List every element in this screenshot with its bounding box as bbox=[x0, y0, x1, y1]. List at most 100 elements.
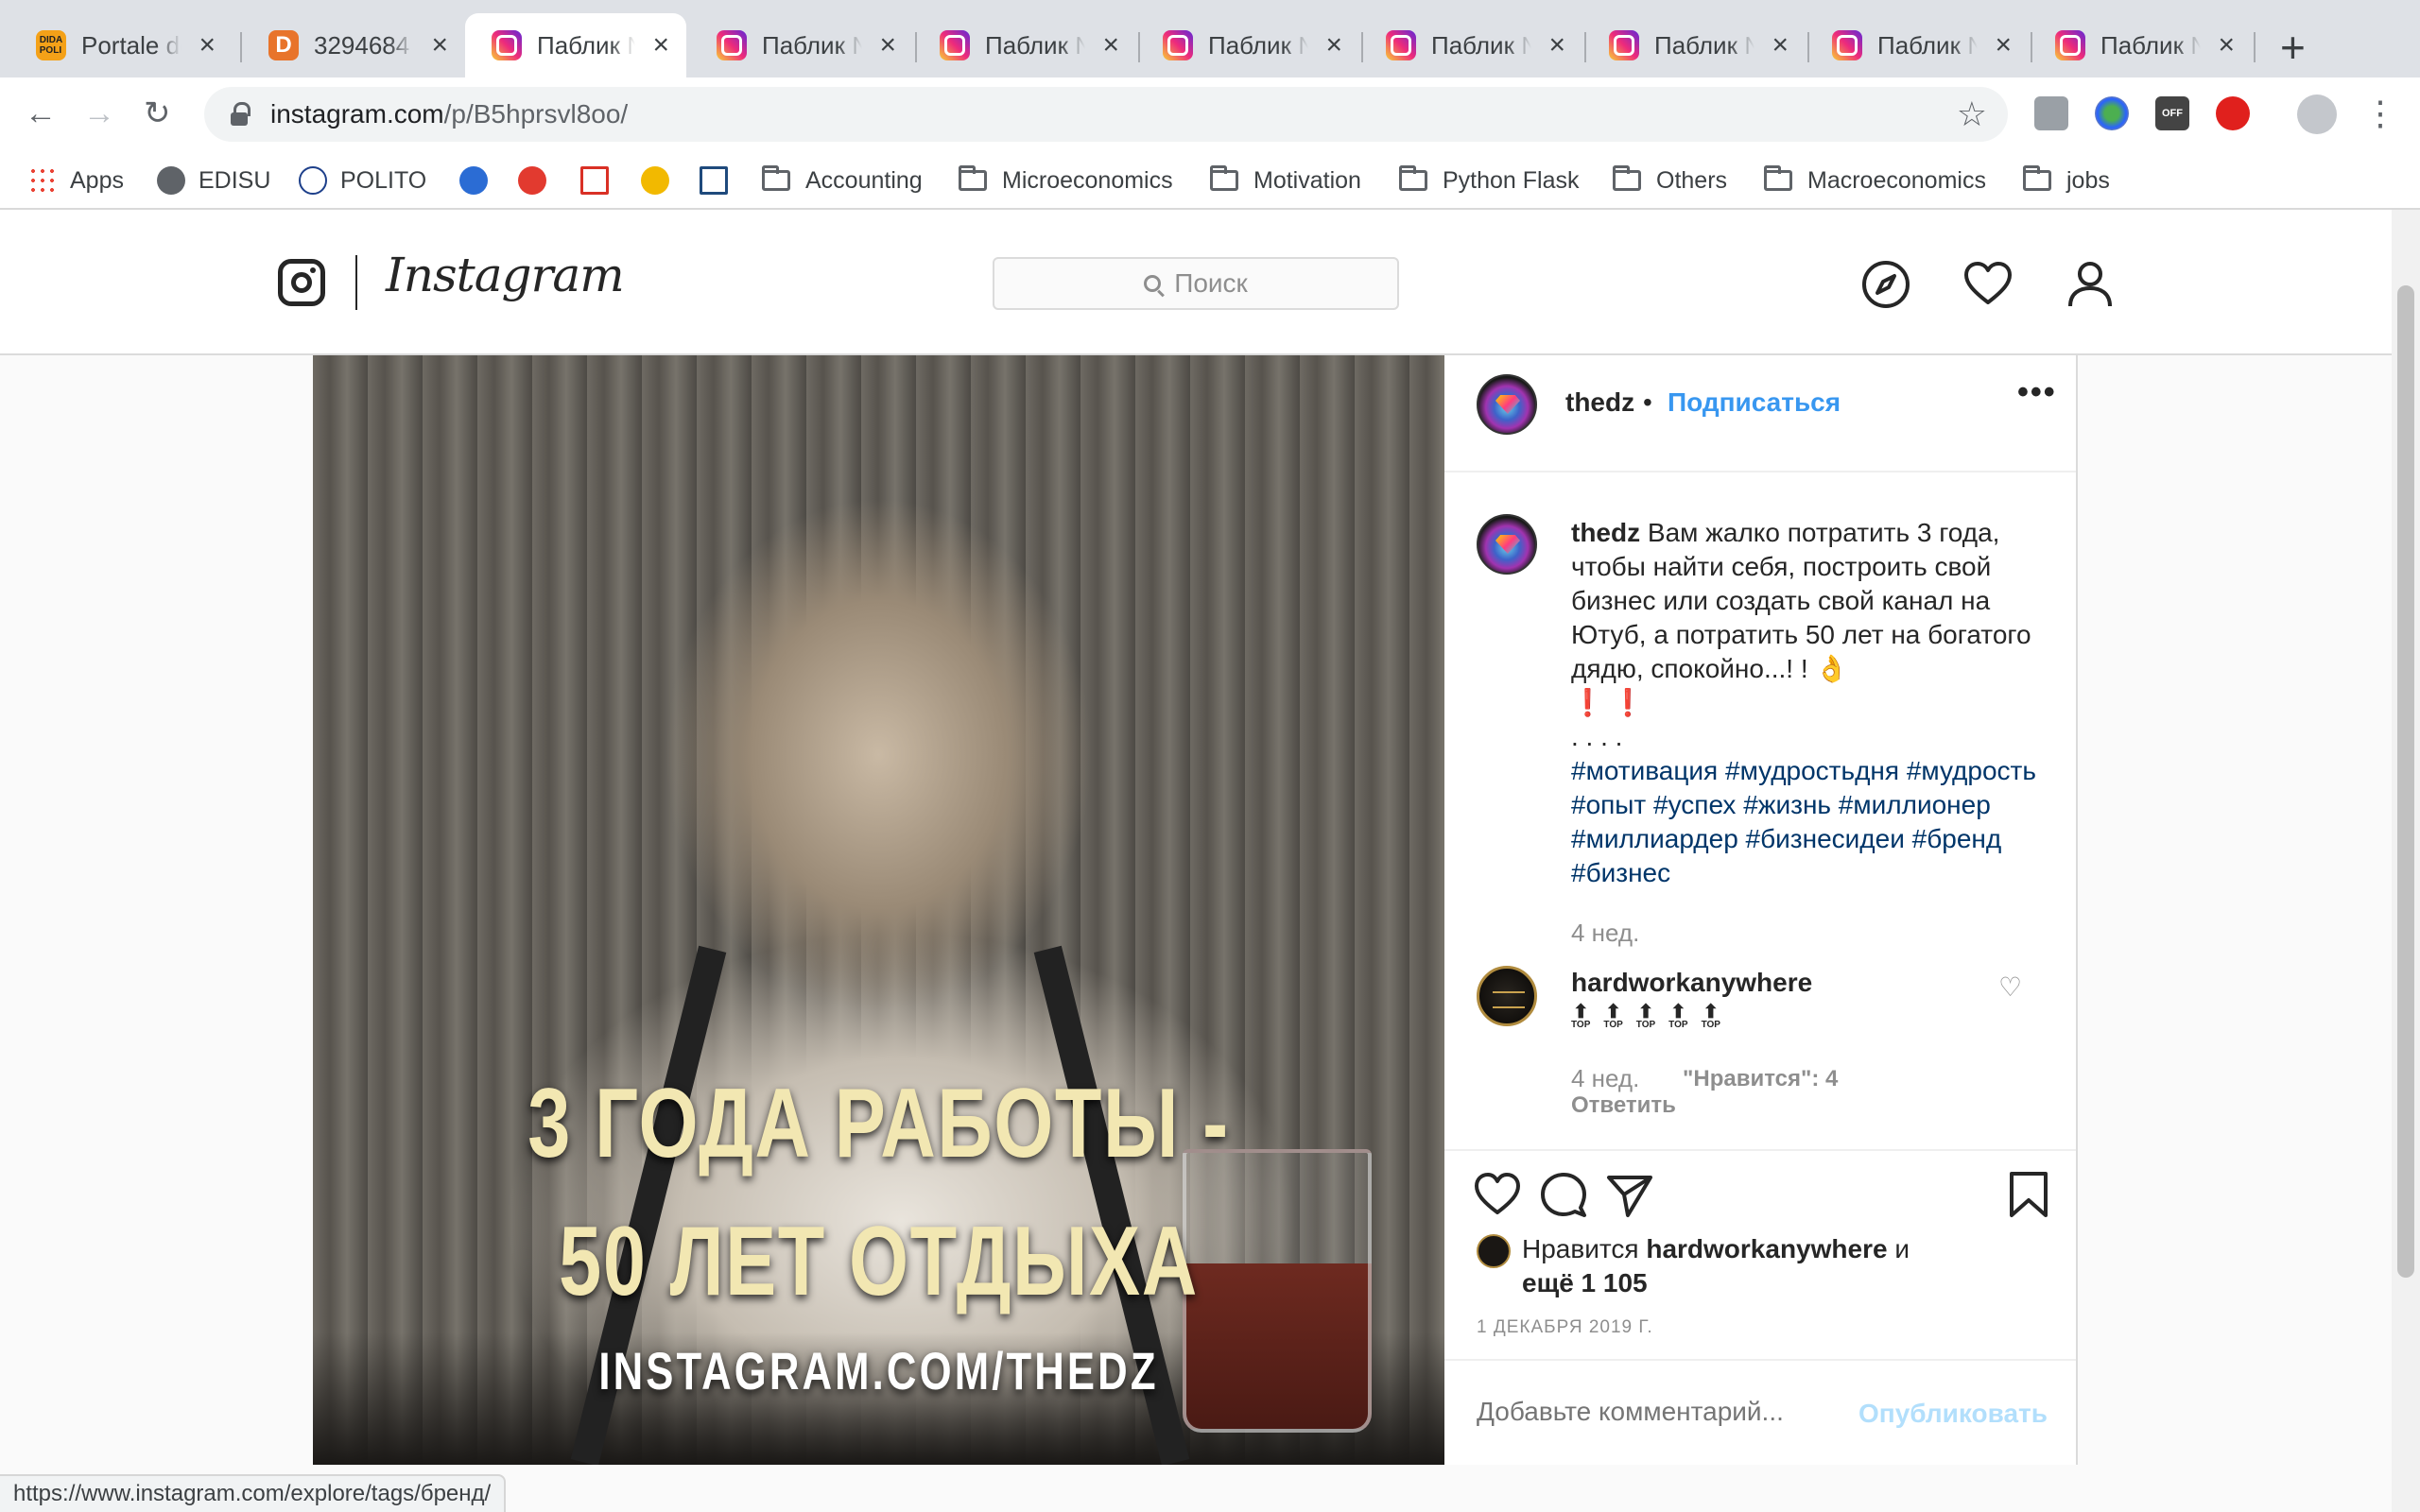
extension-icon[interactable] bbox=[2034, 96, 2068, 130]
close-icon[interactable]: × bbox=[1325, 29, 1342, 61]
post-caption: thedz Вам жалко потратить 3 года, чтобы … bbox=[1571, 516, 2044, 890]
tab-instagram[interactable]: Паблик №1 × bbox=[1582, 13, 1806, 77]
save-bookmark-icon[interactable] bbox=[2004, 1170, 2053, 1219]
scrollbar-thumb[interactable] bbox=[2397, 285, 2414, 1278]
instagram-icon bbox=[940, 30, 970, 60]
bookmark-codecademy[interactable] bbox=[700, 163, 728, 198]
bookmark-apps[interactable]: Apps bbox=[28, 163, 124, 198]
profile-avatar-icon[interactable] bbox=[2297, 94, 2337, 134]
caption-author-avatar[interactable] bbox=[1477, 514, 1537, 575]
comment-likes[interactable]: "Нравится": 4 bbox=[1683, 1066, 1838, 1092]
instagram-icon bbox=[1832, 30, 1862, 60]
tab-3294684[interactable]: D 3294684 × bbox=[242, 13, 465, 77]
menu-kebab-icon[interactable]: ⋮ bbox=[2363, 91, 2397, 136]
instagram-wordmark[interactable]: Instagram bbox=[386, 248, 625, 302]
instagram-icon bbox=[1163, 30, 1193, 60]
search-input[interactable]: Поиск bbox=[993, 257, 1399, 310]
folder-icon bbox=[762, 165, 790, 191]
bookmark-edisu[interactable]: EDISU bbox=[157, 163, 270, 198]
follow-button[interactable]: Подписаться bbox=[1668, 387, 1841, 418]
bookmark-polito[interactable]: POLITO bbox=[299, 163, 426, 198]
folder-icon bbox=[1210, 165, 1238, 191]
tab-instagram[interactable]: Паблик №1 × bbox=[1136, 13, 1359, 77]
image-text-line1: 3 ГОДА РАБОТЫ - bbox=[527, 1069, 1230, 1178]
bookmark-gmail[interactable] bbox=[580, 163, 609, 198]
tab-instagram[interactable]: Паблик №1 × bbox=[1359, 13, 1582, 77]
comment-like-heart-icon[interactable]: ♡ bbox=[1998, 971, 2022, 1003]
globe-icon bbox=[157, 166, 185, 195]
bookmark-folder-others[interactable]: Others bbox=[1613, 163, 1727, 198]
top-arrow-icon: ⬆ TOP bbox=[1603, 1002, 1623, 1030]
publish-button[interactable]: Опубликовать bbox=[1858, 1399, 2048, 1429]
tab-portale[interactable]: DIDAPOLI Portale della Didattica × bbox=[9, 13, 233, 77]
close-icon[interactable]: × bbox=[1548, 29, 1565, 61]
address-bar[interactable]: instagram.com/p/B5hprsvl8oo/ ☆ bbox=[204, 87, 2008, 142]
lock-icon[interactable] bbox=[229, 102, 253, 127]
liker-username[interactable]: hardworkanywhere bbox=[1646, 1234, 1887, 1263]
bookmark-folder-accounting[interactable]: Accounting bbox=[762, 163, 923, 198]
commenter-avatar[interactable] bbox=[1477, 966, 1537, 1026]
ftb-icon bbox=[641, 166, 669, 195]
divider bbox=[1444, 1359, 2076, 1361]
explore-compass-icon[interactable] bbox=[1860, 259, 1911, 310]
folder-icon bbox=[1764, 165, 1792, 191]
comment-input[interactable] bbox=[1477, 1397, 1836, 1427]
extension-off-icon[interactable]: OFF bbox=[2155, 96, 2189, 130]
new-tab-button[interactable]: + bbox=[2280, 23, 2306, 72]
bookmark-folder-jobs[interactable]: jobs bbox=[2023, 163, 2110, 198]
comment-age[interactable]: 4 нед. bbox=[1571, 1064, 1639, 1093]
bookmark-star-icon[interactable]: ☆ bbox=[1957, 94, 1987, 134]
bookmarks-bar: Apps EDISU POLITO Accounting Microeconom… bbox=[0, 151, 2420, 210]
liker-avatar[interactable] bbox=[1477, 1234, 1511, 1268]
search-icon bbox=[1144, 275, 1162, 292]
profile-icon[interactable] bbox=[2065, 259, 2116, 310]
url-text[interactable]: instagram.com/p/B5hprsvl8oo/ bbox=[270, 99, 628, 129]
forward-arrow-icon[interactable]: → bbox=[83, 93, 115, 134]
share-send-icon[interactable] bbox=[1605, 1170, 1654, 1219]
tab-instagram[interactable]: Паблик №1 × bbox=[690, 13, 913, 77]
folder-icon bbox=[2023, 165, 2051, 191]
tab-instagram[interactable]: Паблик №1 × bbox=[1806, 13, 2029, 77]
close-icon[interactable]: × bbox=[879, 29, 896, 61]
bookmark-folder-macroeconomics[interactable]: Macroeconomics bbox=[1764, 163, 1986, 198]
tab-instagram[interactable]: Паблик №1 × bbox=[913, 13, 1136, 77]
tab-instagram[interactable]: Паблик №1 × bbox=[2029, 13, 2252, 77]
at-icon bbox=[459, 166, 488, 195]
author-username[interactable]: thedz bbox=[1565, 387, 1634, 418]
top-arrow-icon: ⬆ TOP bbox=[1571, 1002, 1591, 1030]
bookmark-folder-microeconomics[interactable]: Microeconomics bbox=[959, 163, 1173, 198]
likes-count-button[interactable]: ещё 1 105 bbox=[1522, 1268, 1648, 1297]
extension-globe-icon[interactable] bbox=[2095, 96, 2129, 130]
instagram-logo-icon[interactable] bbox=[278, 259, 325, 306]
tab-instagram-active[interactable]: Паблик №1 × bbox=[465, 13, 686, 77]
caption-hashtags[interactable]: #мотивация #мудростьдня #мудрость #опыт … bbox=[1571, 756, 2036, 887]
comment-bubble-icon[interactable] bbox=[1539, 1170, 1588, 1219]
post-image[interactable]: 3 ГОДА РАБОТЫ - 50 ЛЕТ ОТДЫХА INSTAGRAM.… bbox=[313, 355, 1444, 1465]
apps-grid-icon bbox=[28, 166, 57, 195]
caption-author[interactable]: thedz bbox=[1571, 518, 1640, 547]
author-avatar[interactable] bbox=[1477, 374, 1537, 435]
bookmark-folder-python-flask[interactable]: Python Flask bbox=[1399, 163, 1580, 198]
bookmark-badge[interactable] bbox=[518, 163, 546, 198]
post-date[interactable]: 1 ДЕКАБРЯ 2019 Г. bbox=[1477, 1317, 1653, 1338]
bookmark-ftb[interactable] bbox=[641, 163, 669, 198]
close-icon[interactable]: × bbox=[431, 29, 448, 61]
bookmark-at[interactable] bbox=[459, 163, 488, 198]
activity-heart-icon[interactable] bbox=[1962, 259, 2014, 310]
reply-button[interactable]: Ответить bbox=[1571, 1092, 1676, 1119]
close-icon[interactable]: × bbox=[199, 29, 216, 61]
bookmark-folder-motivation[interactable]: Motivation bbox=[1210, 163, 1361, 198]
adblock-icon[interactable] bbox=[2216, 96, 2250, 130]
like-heart-icon[interactable] bbox=[1473, 1170, 1522, 1219]
comment-author[interactable]: hardworkanywhere bbox=[1571, 968, 1812, 998]
close-icon[interactable]: × bbox=[652, 29, 669, 61]
close-icon[interactable]: × bbox=[2218, 29, 2235, 61]
back-arrow-icon[interactable]: ← bbox=[25, 93, 57, 134]
reload-icon[interactable]: ↻ bbox=[144, 93, 171, 134]
caption-age[interactable]: 4 нед. bbox=[1571, 919, 1639, 948]
divider bbox=[1444, 471, 2076, 472]
close-icon[interactable]: × bbox=[1102, 29, 1119, 61]
close-icon[interactable]: × bbox=[1995, 29, 2012, 61]
close-icon[interactable]: × bbox=[1772, 29, 1789, 61]
more-options-icon[interactable]: ••• bbox=[2017, 374, 2057, 411]
